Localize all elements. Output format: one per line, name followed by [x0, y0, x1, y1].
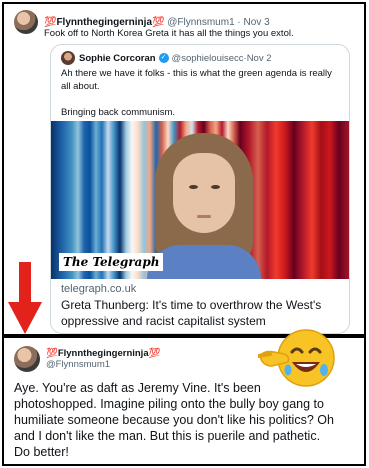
verified-badge-icon: ✓ [158, 53, 169, 63]
reply-display-name[interactable]: 💯Flynnthegingerninja💯 [46, 348, 160, 359]
quoted-avatar[interactable] [61, 51, 75, 65]
quoted-text-line-1: Ah there we have it folks - this is what… [61, 68, 332, 92]
tweet-name-line: 💯Flynnthegingerninja💯 @Flynnsmum1 · Nov … [44, 17, 270, 28]
quoted-handle[interactable]: @sophielouisecc [172, 53, 244, 64]
quoted-tweet[interactable]: Sophie Corcoran ✓ @sophielouisecc · Nov … [50, 44, 350, 334]
separator: · [234, 16, 244, 28]
tweet-text: Fook off to North Korea Greta it has all… [44, 28, 294, 39]
reply-text: Aye. You're as daft as Jeremy Vine. It's… [14, 381, 334, 459]
reply-header: 💯Flynnthegingerninja💯 @Flynnsmum1 [14, 346, 160, 372]
link-card-image[interactable]: The Telegraph [51, 121, 349, 279]
telegraph-logo: The Telegraph [59, 253, 164, 271]
quoted-tweet-header: Sophie Corcoran ✓ @sophielouisecc · Nov … [61, 51, 272, 65]
top-screenshot-panel: 💯Flynnthegingerninja💯 @Flynnsmum1 · Nov … [2, 2, 366, 336]
display-name[interactable]: 💯Flynnthegingerninja💯 [44, 17, 164, 28]
link-card-title[interactable]: Greta Thunberg: It's time to overthrow t… [61, 297, 347, 329]
reply-handle[interactable]: @Flynnsmum1 [46, 359, 160, 370]
tweet-date[interactable]: Nov 3 [244, 17, 270, 28]
portrait-image [147, 133, 261, 279]
reply-name-block: 💯Flynnthegingerninja💯 @Flynnsmum1 [46, 348, 160, 370]
handle[interactable]: @Flynnsmum1 [167, 17, 234, 28]
link-card-domain[interactable]: telegraph.co.uk [61, 283, 136, 295]
avatar[interactable] [14, 10, 38, 34]
red-down-arrow-icon [8, 262, 42, 334]
laughing-pointing-emoji-icon [258, 329, 335, 387]
quoted-text-line-2: Bringing back communism. [61, 107, 176, 118]
quoted-date[interactable]: Nov 2 [247, 53, 272, 64]
reply-avatar[interactable] [14, 346, 40, 372]
quoted-display-name[interactable]: Sophie Corcoran [79, 53, 156, 64]
